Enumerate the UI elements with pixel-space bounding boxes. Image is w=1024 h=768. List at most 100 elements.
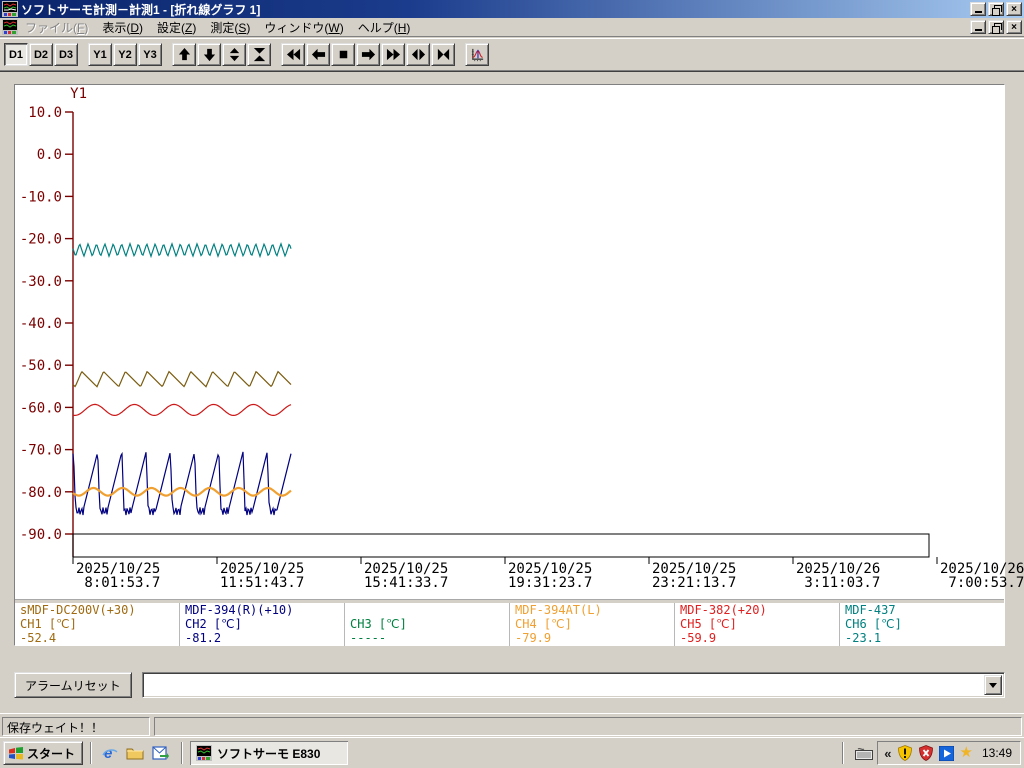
channel-label: CH2 [℃]	[185, 617, 339, 631]
minimize-icon	[975, 5, 982, 13]
y-tick-label: -10.0	[20, 189, 62, 205]
y1-button[interactable]: Y1	[88, 43, 112, 66]
windows-logo-icon	[8, 746, 24, 761]
minimize-button[interactable]	[970, 2, 986, 16]
fast-backward-button[interactable]	[281, 43, 305, 66]
compress-vertical-icon	[252, 47, 267, 62]
graph-settings-button[interactable]	[465, 43, 489, 66]
y-tick-label: -60.0	[20, 400, 62, 416]
compress-vertical-button[interactable]	[247, 43, 271, 66]
menu-measure[interactable]: 測定(S)	[203, 17, 257, 38]
alarm-reset-button[interactable]: アラームリセット	[14, 672, 132, 698]
d1-button[interactable]: D1	[4, 43, 28, 66]
child-restore-button[interactable]	[988, 20, 1004, 34]
rewind-icon	[286, 47, 301, 62]
x-tick-time: 3:11:03.7	[796, 575, 880, 591]
alarm-row: アラームリセット	[14, 671, 1005, 699]
compress-horizontal-icon	[436, 47, 451, 62]
channel-value: -81.2	[185, 631, 339, 645]
restore-icon	[992, 5, 1001, 14]
taskbar-separator	[181, 742, 183, 764]
mdi-client-area: Y110.00.0-10.0-20.0-30.0-40.0-50.0-60.0-…	[0, 71, 1024, 713]
close-button[interactable]: ×	[1006, 2, 1022, 16]
child-close-button[interactable]: ×	[1006, 20, 1022, 34]
chevron-down-icon	[989, 683, 997, 688]
legend-cell: MDF-382(+20) CH5 [℃] -59.9	[674, 603, 839, 646]
outlook-express-icon[interactable]	[149, 742, 171, 764]
channel-label: CH3 [℃]	[350, 617, 504, 631]
document-icon	[2, 19, 18, 35]
close-icon: ×	[1011, 4, 1017, 15]
tray-chevron-icon[interactable]: «	[884, 746, 891, 761]
scroll-up-button[interactable]	[172, 43, 196, 66]
media-player-tray-icon[interactable]	[939, 745, 955, 761]
fast-forward-button[interactable]	[381, 43, 405, 66]
star-tray-icon[interactable]: ★	[960, 745, 973, 761]
security-alert-shield-icon[interactable]	[897, 745, 913, 761]
y-tick-label: 10.0	[28, 105, 62, 121]
chart-canvas: Y110.00.0-10.0-20.0-30.0-40.0-50.0-60.0-…	[15, 85, 1006, 599]
toolbar: D1 D2 D3 Y1 Y2 Y3	[0, 38, 1024, 71]
d2-button[interactable]: D2	[29, 43, 53, 66]
status-bar: 保存ウェイト！！	[0, 713, 1024, 737]
channel-value: -23.1	[845, 631, 999, 645]
line-chart: Y110.00.0-10.0-20.0-30.0-40.0-50.0-60.0-…	[15, 85, 1004, 599]
taskbar-separator	[842, 742, 844, 764]
task-button-softthermo[interactable]: ソフトサーモ E830	[190, 741, 348, 765]
status-message: 保存ウェイト！！	[7, 721, 103, 735]
channel-value: -79.9	[515, 631, 669, 645]
folder-icon[interactable]	[124, 742, 146, 764]
compress-horizontal-button[interactable]	[431, 43, 455, 66]
child-minimize-button[interactable]	[970, 20, 986, 34]
y-tick-label: -80.0	[20, 485, 62, 501]
alarm-combobox[interactable]	[142, 672, 1005, 698]
menu-settings[interactable]: 設定(Z)	[150, 17, 203, 38]
channel-legend: sMDF-DC200V(+30) CH1 [℃] -52.4 MDF-394(R…	[15, 603, 1004, 646]
step-backward-button[interactable]	[306, 43, 330, 66]
series-ch1	[73, 372, 291, 387]
x-tick-time: 8:01:53.7	[76, 575, 160, 591]
d3-button[interactable]: D3	[54, 43, 78, 66]
stop-button[interactable]	[331, 43, 355, 66]
app-icon	[2, 1, 18, 17]
internet-explorer-icon[interactable]: e	[99, 742, 121, 764]
channel-name: MDF-394(R)(+10)	[185, 603, 339, 617]
down-arrow-icon	[202, 47, 217, 62]
x-tick-time: 11:51:43.7	[220, 575, 304, 591]
title-bar: ソフトサーモ計測－計測1 - [折れ線グラフ 1] ×	[0, 0, 1024, 18]
start-button[interactable]: スタート	[3, 741, 83, 765]
start-label: スタート	[27, 745, 75, 762]
y2-button[interactable]: Y2	[113, 43, 137, 66]
status-extra-panel	[154, 717, 1022, 736]
security-error-shield-icon[interactable]	[918, 745, 934, 761]
legend-cell: MDF-437 CH6 [℃] -23.1	[839, 603, 1004, 646]
close-icon: ×	[1011, 22, 1017, 33]
menu-help[interactable]: ヘルプ(H)	[351, 17, 418, 38]
y3-button[interactable]: Y3	[138, 43, 162, 66]
expand-horizontal-icon	[411, 47, 426, 62]
series-ch6	[73, 244, 291, 257]
series-ch5	[73, 404, 291, 415]
menu-window[interactable]: ウィンドウ(W)	[257, 17, 350, 38]
expand-horizontal-button[interactable]	[406, 43, 430, 66]
minimize-icon	[975, 23, 982, 31]
channel-name	[350, 603, 504, 617]
keyboard-language-icon[interactable]	[851, 742, 877, 764]
y-axis-title: Y1	[70, 86, 87, 102]
menu-file[interactable]: ファイル(F)	[18, 17, 95, 38]
step-forward-button[interactable]	[356, 43, 380, 66]
channel-name: MDF-382(+20)	[680, 603, 834, 617]
taskbar: スタート e ソフトサーモ E830	[0, 737, 1024, 768]
expand-vertical-button[interactable]	[222, 43, 246, 66]
system-tray: « ★ 13:49	[877, 741, 1021, 765]
combo-dropdown-button[interactable]	[984, 675, 1002, 695]
channel-label: CH5 [℃]	[680, 617, 834, 631]
y-tick-label: 0.0	[37, 147, 62, 163]
scroll-down-button[interactable]	[197, 43, 221, 66]
up-arrow-icon	[177, 47, 192, 62]
restore-button[interactable]	[988, 2, 1004, 16]
menu-view[interactable]: 表示(D)	[95, 17, 150, 38]
right-arrow-icon	[361, 47, 376, 62]
channel-label: CH1 [℃]	[20, 617, 174, 631]
legend-cell: MDF-394AT(L) CH4 [℃] -79.9	[509, 603, 674, 646]
